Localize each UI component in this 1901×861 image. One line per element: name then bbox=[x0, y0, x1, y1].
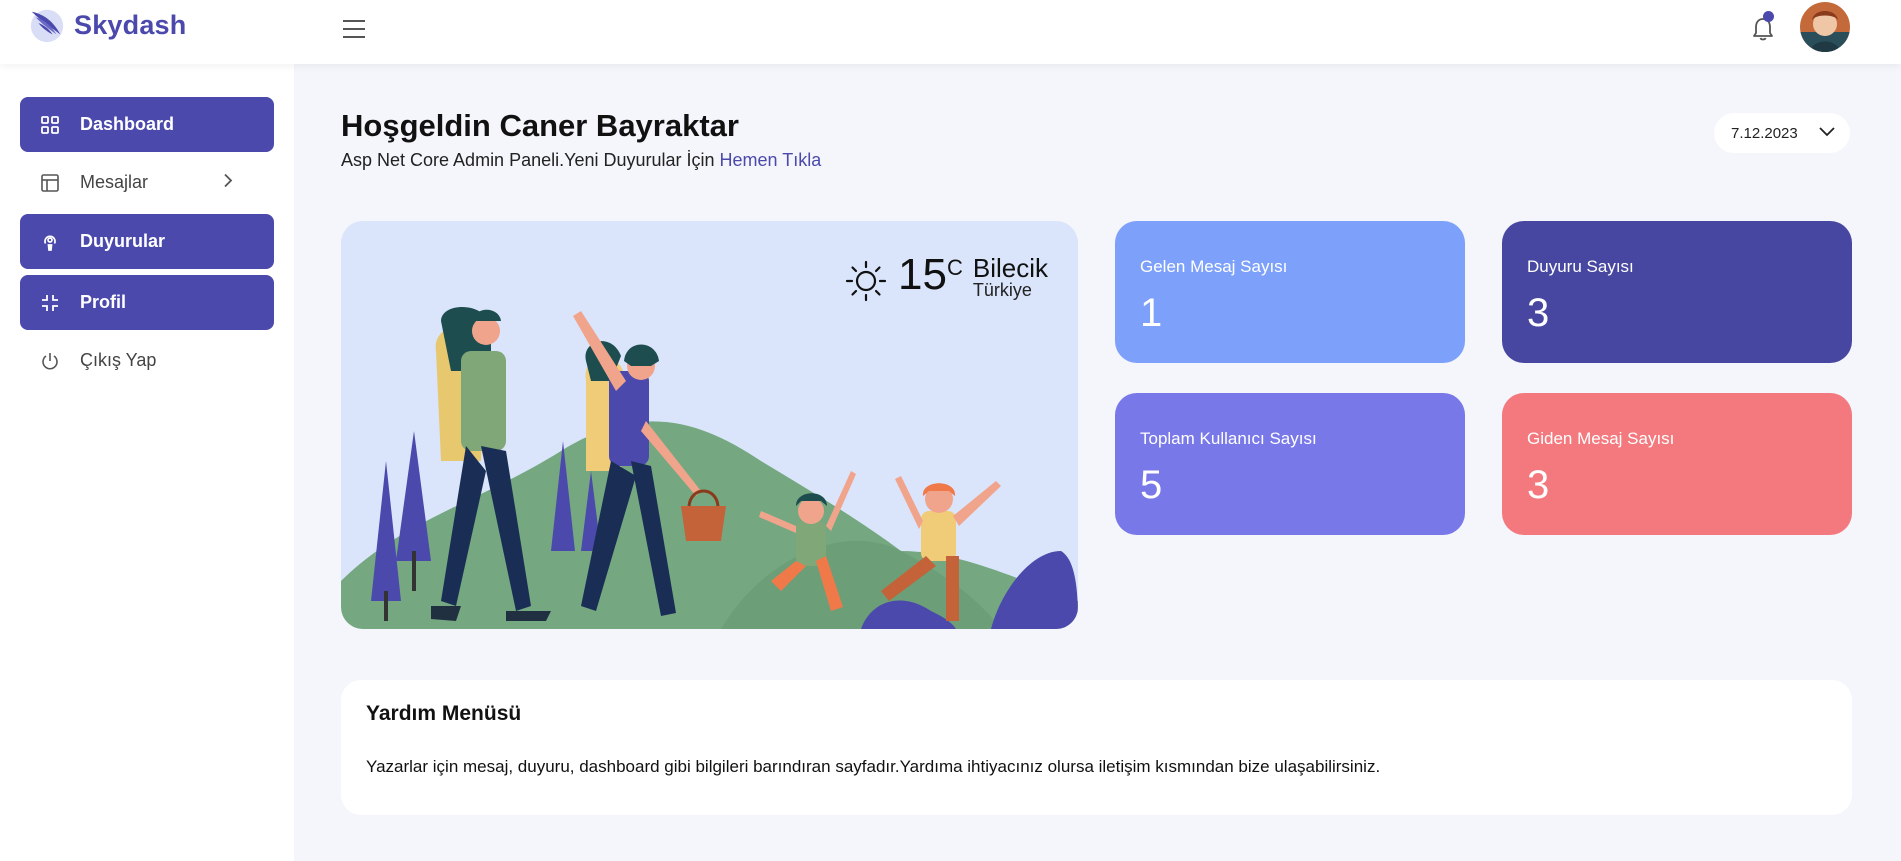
stat-card-announcements[interactable]: Duyuru Sayısı 3 bbox=[1502, 221, 1852, 363]
notification-dot bbox=[1763, 11, 1774, 22]
sidebar-item-dashboard[interactable]: Dashboard bbox=[20, 97, 274, 152]
weather-hero-card: 15C Bilecik Türkiye bbox=[341, 221, 1078, 629]
location-country: Türkiye bbox=[972, 280, 1032, 300]
stat-value: 3 bbox=[1527, 463, 1550, 507]
hamburger-line bbox=[343, 28, 365, 30]
brand-name: Skydash bbox=[74, 9, 187, 40]
help-title: Yardım Menüsü bbox=[366, 702, 522, 725]
hamburger-icon bbox=[343, 20, 365, 22]
temperature-value: 15 bbox=[898, 250, 947, 299]
stat-value: 3 bbox=[1527, 291, 1550, 335]
help-text: Yazarlar için mesaj, duyuru, dashboard g… bbox=[366, 757, 1381, 776]
layout-icon bbox=[40, 173, 60, 193]
location-city: Bilecik bbox=[972, 253, 1048, 283]
user-avatar[interactable] bbox=[1800, 2, 1850, 52]
announcements-link[interactable]: Hemen Tıkla bbox=[720, 150, 822, 170]
date-label: 7.12.2023 bbox=[1731, 124, 1798, 142]
sidebar-item-duyurular[interactable]: Duyurular bbox=[20, 214, 274, 269]
stat-value: 5 bbox=[1140, 463, 1163, 507]
sidebar-item-profil[interactable]: Profil bbox=[20, 275, 274, 330]
help-card: Yardım Menüsü Yazarlar için mesaj, duyur… bbox=[341, 680, 1852, 815]
stat-title: Duyuru Sayısı bbox=[1527, 257, 1634, 276]
hamburger-line bbox=[343, 36, 365, 38]
sidebar-item-logout[interactable]: Çıkış Yap bbox=[20, 333, 274, 388]
stat-title: Gelen Mesaj Sayısı bbox=[1140, 257, 1288, 276]
weather-widget: 15C Bilecik Türkiye bbox=[844, 253, 1048, 303]
stat-title: Giden Mesaj Sayısı bbox=[1527, 429, 1675, 448]
stat-card-outgoing-messages[interactable]: Giden Mesaj Sayısı 3 bbox=[1502, 393, 1852, 535]
sidebar: Dashboard Mesajlar Duyurular Profil Çıkı… bbox=[0, 64, 294, 861]
sidebar-item-label: Çıkış Yap bbox=[80, 350, 157, 370]
chevron-down-icon bbox=[1819, 127, 1835, 137]
stat-card-total-users[interactable]: Toplam Kullanıcı Sayısı 5 bbox=[1115, 393, 1465, 535]
stat-value: 1 bbox=[1140, 291, 1163, 335]
page-subtitle: Asp Net Core Admin Paneli.Yeni Duyurular… bbox=[341, 150, 821, 171]
page-title: Hoşgeldin Caner Bayraktar bbox=[341, 108, 739, 143]
sidebar-item-label: Profil bbox=[80, 292, 127, 312]
sidebar-item-label: Dashboard bbox=[80, 114, 175, 134]
sidebar-item-mesajlar[interactable]: Mesajlar bbox=[20, 155, 274, 210]
stat-title: Toplam Kullanıcı Sayısı bbox=[1140, 429, 1317, 448]
sidebar-item-label: Mesajlar bbox=[80, 172, 149, 192]
chevron-right-icon bbox=[222, 172, 234, 193]
top-navbar: Skydash bbox=[0, 0, 1901, 64]
date-dropdown-button[interactable]: 7.12.2023 bbox=[1714, 113, 1850, 153]
avatar-image bbox=[1800, 2, 1850, 52]
sidebar-item-label: Duyurular bbox=[80, 231, 166, 251]
menu-toggle-button[interactable] bbox=[340, 16, 370, 42]
brand-logo-icon bbox=[30, 9, 64, 43]
sun-icon bbox=[845, 260, 887, 302]
subtitle-text: Asp Net Core Admin Paneli.Yeni Duyurular… bbox=[341, 150, 715, 170]
temperature: 15C bbox=[898, 253, 963, 297]
podcast-icon bbox=[40, 232, 60, 252]
power-icon bbox=[40, 351, 60, 371]
brand[interactable]: Skydash bbox=[28, 6, 186, 44]
minimize-icon bbox=[40, 293, 60, 313]
location: Bilecik Türkiye bbox=[973, 253, 1048, 301]
grid-icon bbox=[40, 115, 60, 135]
stat-card-incoming-messages[interactable]: Gelen Mesaj Sayısı 1 bbox=[1115, 221, 1465, 363]
temperature-unit: C bbox=[946, 255, 963, 280]
